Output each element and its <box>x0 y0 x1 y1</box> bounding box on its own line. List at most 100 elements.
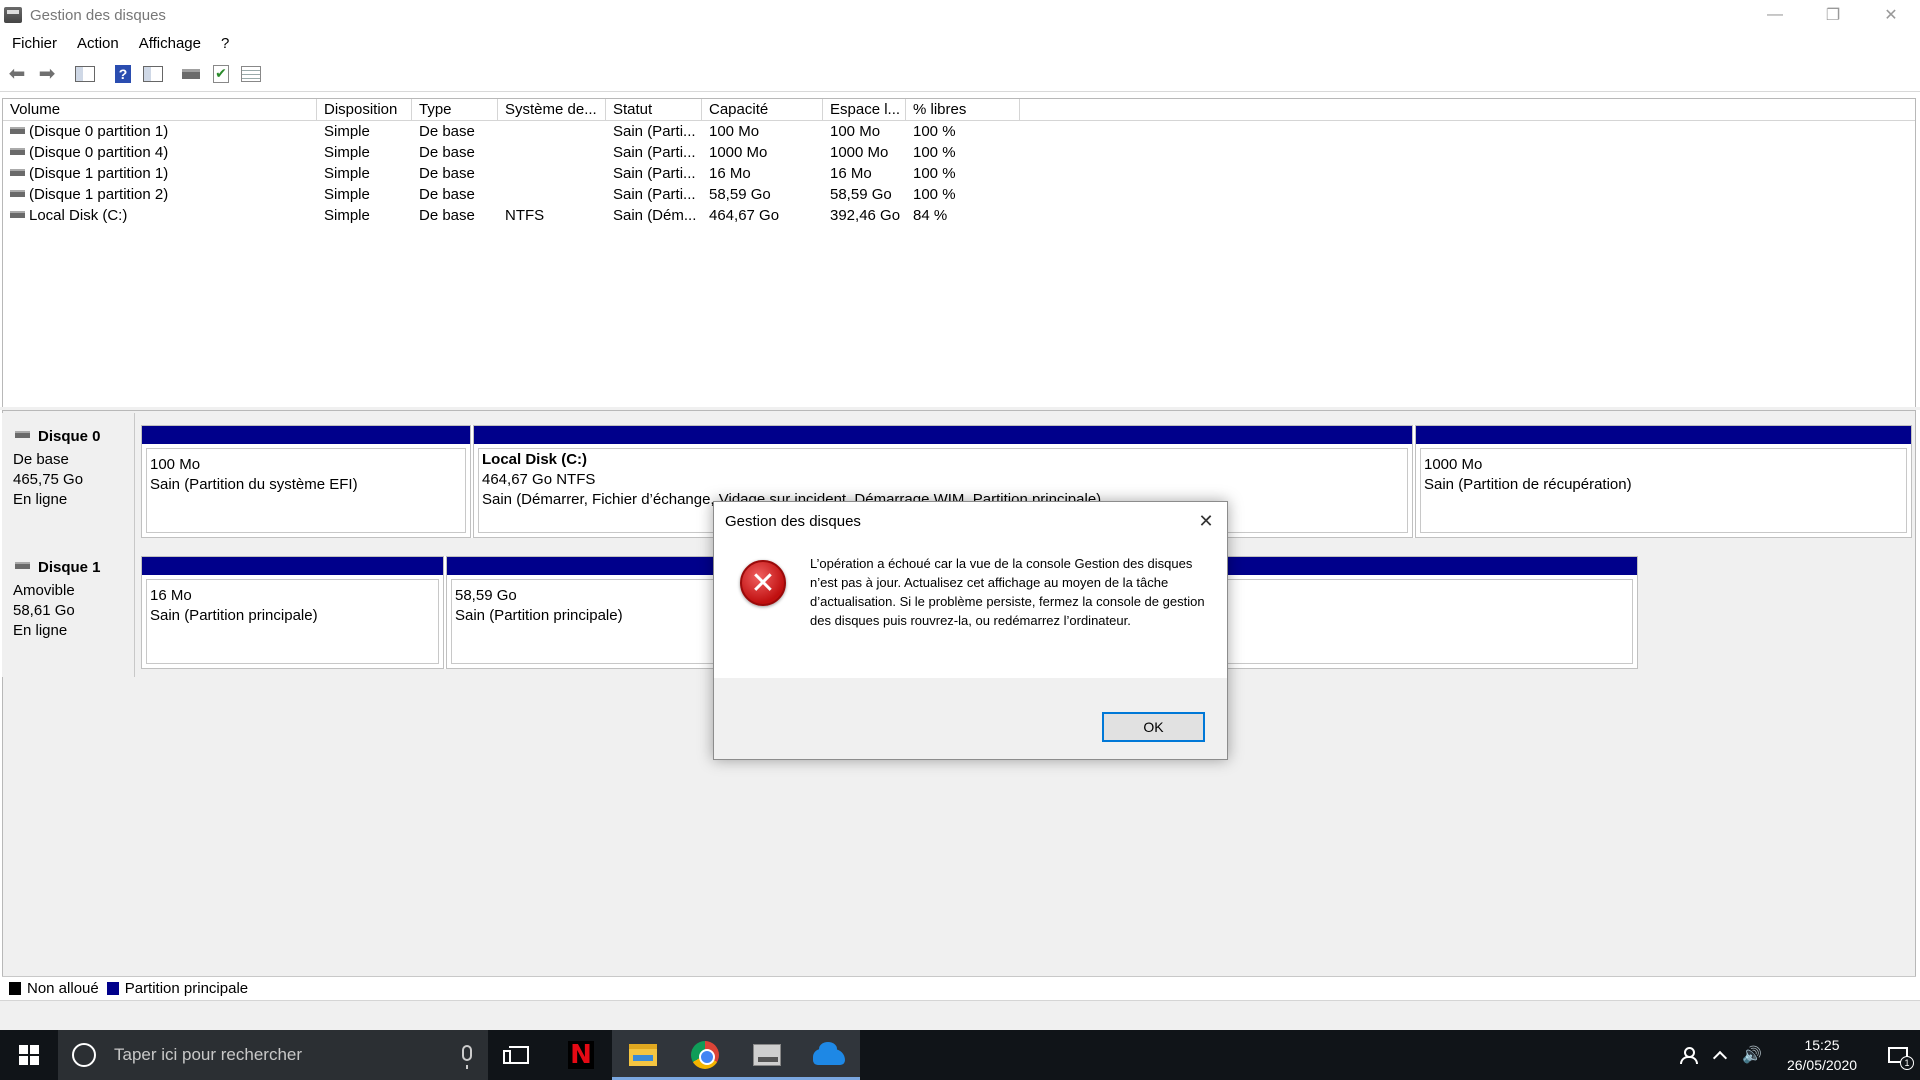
column-type[interactable]: Type <box>412 99 498 120</box>
console-tree-button[interactable] <box>72 62 98 86</box>
volume-layout: Simple <box>324 144 370 161</box>
forward-button[interactable]: ➡ <box>34 62 60 86</box>
volume-free-space: 100 Mo <box>830 123 881 140</box>
column-status[interactable]: Statut <box>606 99 702 120</box>
column-volume[interactable]: Volume <box>3 99 317 120</box>
volume-status: Sain (Parti... <box>613 123 696 140</box>
menu-action[interactable]: Action <box>69 35 127 52</box>
file-explorer-icon <box>629 1044 657 1066</box>
back-button[interactable]: ⬅ <box>4 62 30 86</box>
disk-size: 58,61 Go <box>13 602 75 619</box>
volume-icon <box>10 126 25 134</box>
partition-block[interactable]: 100 Mo Sain (Partition du système EFI) <box>141 425 471 538</box>
volume-layout: Simple <box>324 186 370 203</box>
volume-icon <box>10 147 25 155</box>
action-center-button[interactable]: 1 <box>1876 1030 1920 1080</box>
partition-block[interactable]: 1000 Mo Sain (Partition de récupération) <box>1415 425 1912 538</box>
disk-name: Disque 1 <box>38 559 101 576</box>
table-row[interactable]: (Disque 0 partition 4) Simple De base Sa… <box>3 142 1915 163</box>
column-filesystem[interactable]: Système de... <box>498 99 606 120</box>
disk-icon <box>15 561 30 569</box>
volume-layout: Simple <box>324 165 370 182</box>
ok-button[interactable]: OK <box>1102 712 1205 742</box>
disk-kind: De base <box>13 451 69 468</box>
dialog-body: ✕ L’opération a échoué car la vue de la … <box>714 540 1227 680</box>
title-bar: Gestion des disques — ❐ ✕ <box>0 0 1920 30</box>
legend: Non alloué Partition principale <box>2 976 1916 1000</box>
table-row[interactable]: (Disque 1 partition 2) Simple De base Sa… <box>3 184 1915 205</box>
column-disposition[interactable]: Disposition <box>317 99 412 120</box>
volume-status: Sain (Parti... <box>613 186 696 203</box>
console-tree-icon <box>75 65 95 82</box>
legend-label-primary: Partition principale <box>124 980 249 997</box>
partition-status: Sain (Partition du système EFI) <box>150 476 358 493</box>
microphone-icon[interactable] <box>462 1045 472 1069</box>
task-view-button[interactable] <box>488 1030 550 1080</box>
file-explorer-button[interactable] <box>612 1030 674 1080</box>
start-button[interactable] <box>0 1030 58 1080</box>
volume-button[interactable]: 🔊 <box>1736 1030 1768 1080</box>
partition-color-bar <box>142 426 470 444</box>
list-view-button[interactable] <box>238 62 264 86</box>
volume-filesystem <box>498 163 606 184</box>
column-free-space[interactable]: Espace l... <box>823 99 906 120</box>
disk-size: 465,75 Go <box>13 471 84 488</box>
show-hidden-icons-button[interactable] <box>1704 1030 1736 1080</box>
netflix-button[interactable]: N <box>550 1030 612 1080</box>
toolbar: ⬅ ➡ ? ✔ <box>0 56 1920 92</box>
partition-title: Local Disk (C:) <box>482 451 588 468</box>
back-arrow-icon: ⬅ <box>8 63 26 85</box>
volume-percent-free: 100 % <box>913 144 956 161</box>
restore-button[interactable]: ❐ <box>1804 0 1862 30</box>
close-window-button[interactable]: ✕ <box>1862 0 1920 30</box>
volume-capacity: 100 Mo <box>709 123 760 140</box>
status-bar <box>0 1000 1920 1030</box>
volume-percent-free: 100 % <box>913 186 956 203</box>
table-row[interactable]: (Disque 0 partition 1) Simple De base Sa… <box>3 121 1915 142</box>
disk-management-button[interactable] <box>736 1030 798 1080</box>
menu-help[interactable]: ? <box>213 35 237 52</box>
menu-bar: Fichier Action Affichage ? <box>0 30 1920 56</box>
show-panel-button[interactable] <box>140 62 166 86</box>
volume-name: (Disque 0 partition 4) <box>29 144 169 161</box>
volume-list-header: Volume Disposition Type Système de... St… <box>3 99 1915 121</box>
disk-label[interactable]: Disque 1 Amovible 58,61 Go En ligne <box>2 544 135 677</box>
disk-icon <box>15 430 30 438</box>
disk-connect-icon <box>182 68 200 79</box>
menu-fichier[interactable]: Fichier <box>4 35 65 52</box>
column-percent-free[interactable]: % libres <box>906 99 1020 120</box>
dialog-message: L’opération a échoué car la vue de la co… <box>810 556 1205 628</box>
column-capacity[interactable]: Capacité <box>702 99 823 120</box>
menu-affichage[interactable]: Affichage <box>131 35 209 52</box>
dialog-close-button[interactable]: ✕ <box>1195 510 1217 532</box>
disk-label[interactable]: Disque 0 De base 465,75 Go En ligne <box>2 413 135 546</box>
taskbar-search[interactable]: Taper ici pour rechercher <box>58 1030 488 1080</box>
partition-block[interactable]: 16 Mo Sain (Partition principale) <box>141 556 444 669</box>
volume-name: Local Disk (C:) <box>29 207 128 224</box>
volume-list: Volume Disposition Type Système de... St… <box>2 98 1916 408</box>
help-button[interactable]: ? <box>110 62 136 86</box>
legend-swatch-primary <box>106 982 119 995</box>
system-tray: 🔊 15:25 26/05/2020 1 <box>1672 1030 1920 1080</box>
clock[interactable]: 15:25 26/05/2020 <box>1776 1030 1868 1080</box>
disk-connect-button[interactable] <box>178 62 204 86</box>
check-properties-button[interactable]: ✔ <box>208 62 234 86</box>
volume-free-space: 392,46 Go <box>830 207 901 224</box>
table-row[interactable]: Local Disk (C:) Simple De base NTFS Sain… <box>3 205 1915 226</box>
chrome-icon <box>691 1041 719 1069</box>
windows-logo-icon <box>19 1045 39 1065</box>
table-row[interactable]: (Disque 1 partition 1) Simple De base Sa… <box>3 163 1915 184</box>
volume-free-space: 58,59 Go <box>830 186 892 203</box>
dialog-footer: OK <box>714 678 1227 759</box>
people-button[interactable] <box>1672 1030 1704 1080</box>
volume-percent-free: 84 % <box>913 207 948 224</box>
onedrive-button[interactable] <box>798 1030 860 1080</box>
minimize-button[interactable]: — <box>1746 0 1804 30</box>
volume-type: De base <box>419 207 475 224</box>
partition-size: 100 Mo <box>150 456 201 473</box>
help-icon: ? <box>115 64 131 83</box>
chrome-button[interactable] <box>674 1030 736 1080</box>
volume-filesystem <box>498 142 606 163</box>
volume-percent-free: 100 % <box>913 165 956 182</box>
task-view-icon <box>503 1046 529 1064</box>
